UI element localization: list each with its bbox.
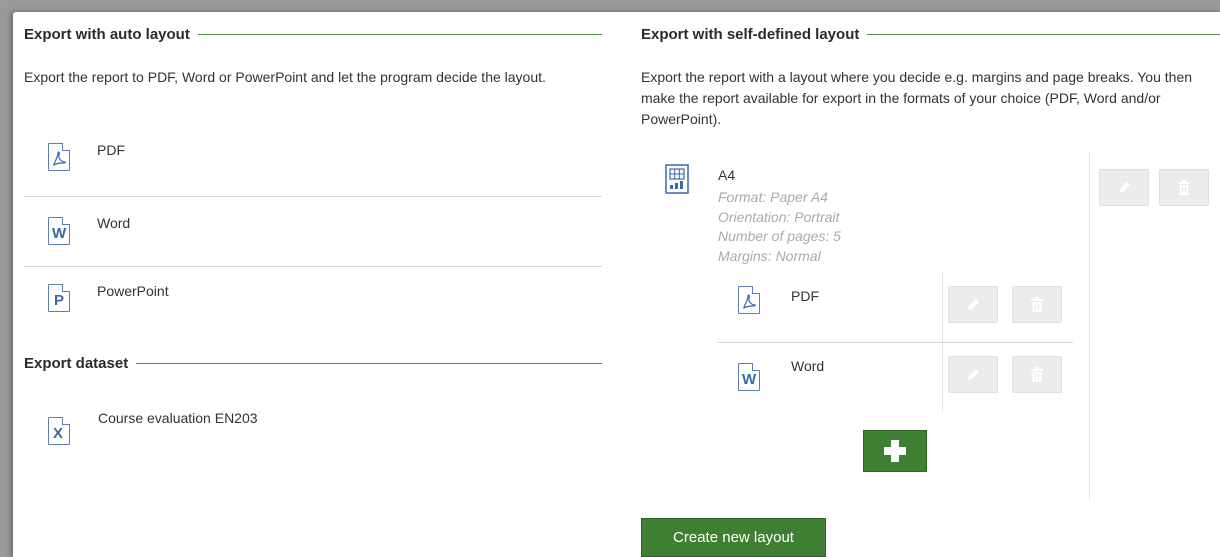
word-file-icon: W xyxy=(738,363,760,391)
delete-pdf-button[interactable] xyxy=(1012,286,1062,323)
auto-export-pdf[interactable]: PDF xyxy=(24,130,602,196)
layout-word-label: Word xyxy=(791,358,825,374)
layout-orientation: Orientation: Portrait xyxy=(718,209,840,225)
self-layout-title: Export with self-defined layout xyxy=(641,25,860,43)
plus-icon xyxy=(884,440,906,462)
header-rule xyxy=(867,33,1220,35)
layout-margins: Margins: Normal xyxy=(718,248,821,264)
add-format-button[interactable] xyxy=(863,430,927,472)
layout-pages: Number of pages: 5 xyxy=(718,228,841,244)
auto-layout-title: Export with auto layout xyxy=(24,25,190,43)
header-rule xyxy=(136,362,602,364)
pencil-icon xyxy=(1119,181,1130,193)
trash-icon xyxy=(1031,296,1043,312)
word-file-icon: W xyxy=(48,217,70,245)
trash-icon xyxy=(1031,366,1043,382)
auto-export-powerpoint[interactable]: P PowerPoint xyxy=(24,267,602,335)
pencil-icon xyxy=(968,368,979,380)
export-panel: Export with auto layout Export the repor… xyxy=(13,12,1220,557)
auto-powerpoint-label: PowerPoint xyxy=(97,283,169,299)
edit-pdf-button[interactable] xyxy=(948,286,998,323)
delete-layout-button[interactable] xyxy=(1159,169,1209,206)
auto-pdf-label: PDF xyxy=(97,142,125,158)
layout-name: A4 xyxy=(718,167,736,183)
auto-export-word[interactable]: W Word xyxy=(24,197,602,266)
auto-word-label: Word xyxy=(97,215,131,231)
pencil-icon xyxy=(968,298,979,310)
pdf-file-icon xyxy=(738,286,760,314)
auto-layout-header: Export with auto layout xyxy=(24,24,602,44)
self-layout-header: Export with self-defined layout xyxy=(641,24,1220,44)
powerpoint-file-icon: P xyxy=(48,284,70,312)
delete-word-button[interactable] xyxy=(1012,356,1062,393)
trash-icon xyxy=(1178,179,1190,195)
dataset-header: Export dataset xyxy=(24,353,602,373)
header-rule xyxy=(197,33,602,35)
pdf-file-icon xyxy=(48,143,70,171)
edit-layout-button[interactable] xyxy=(1099,169,1149,206)
layout-pdf-label: PDF xyxy=(791,288,819,304)
create-new-layout-button[interactable]: Create new layout xyxy=(641,518,826,557)
edit-word-button[interactable] xyxy=(948,356,998,393)
self-layout-description: Export the report with a layout where yo… xyxy=(641,69,1193,127)
layout-grid-icon xyxy=(665,162,689,196)
layout-format: Format: Paper A4 xyxy=(718,189,828,205)
auto-layout-description: Export the report to PDF, Word or PowerP… xyxy=(24,69,546,85)
excel-file-icon: X xyxy=(48,417,70,445)
dataset-export-item[interactable]: X Course evaluation EN203 xyxy=(24,397,602,457)
card-divider xyxy=(1089,152,1090,500)
dataset-item-label: Course evaluation EN203 xyxy=(98,410,258,426)
dataset-title: Export dataset xyxy=(24,354,129,372)
